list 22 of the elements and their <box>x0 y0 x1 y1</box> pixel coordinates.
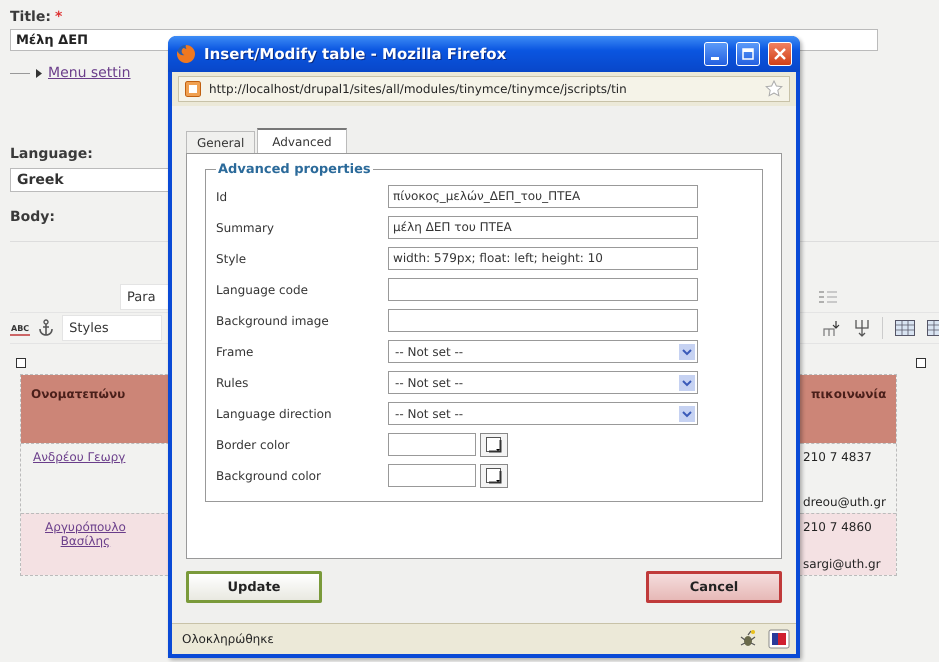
field-label: Frame <box>216 344 254 358</box>
field-label: Background color <box>216 468 322 482</box>
column-header: Ονοματεπώνυ <box>31 387 126 401</box>
language-label: Language: <box>10 146 93 162</box>
phone-text: 210 7 4860 <box>803 520 873 534</box>
email-text: dreou@uth.gr <box>803 495 887 509</box>
field-label: Style <box>216 252 248 266</box>
field-label: Id <box>216 190 228 204</box>
title-label: Title: <box>10 9 51 25</box>
field-label: Rules <box>216 376 250 390</box>
window-title: Insert/Modify table - Mozilla Firefox <box>204 45 508 63</box>
field-label: Summary <box>216 220 275 234</box>
required-mark: * <box>54 9 62 25</box>
field-label: Language code <box>216 282 309 296</box>
phone-text: 210 7 4837 <box>803 450 873 464</box>
status-text: Ολοκληρώθηκε <box>182 632 275 646</box>
field-label: Border color <box>216 438 291 452</box>
body-label: Body: <box>10 209 56 225</box>
field-label: Language direction <box>216 406 333 420</box>
email-text: sargi@uth.gr <box>803 557 882 571</box>
field-label: Background image <box>216 314 330 328</box>
column-header: πικοινωνία <box>811 387 886 401</box>
